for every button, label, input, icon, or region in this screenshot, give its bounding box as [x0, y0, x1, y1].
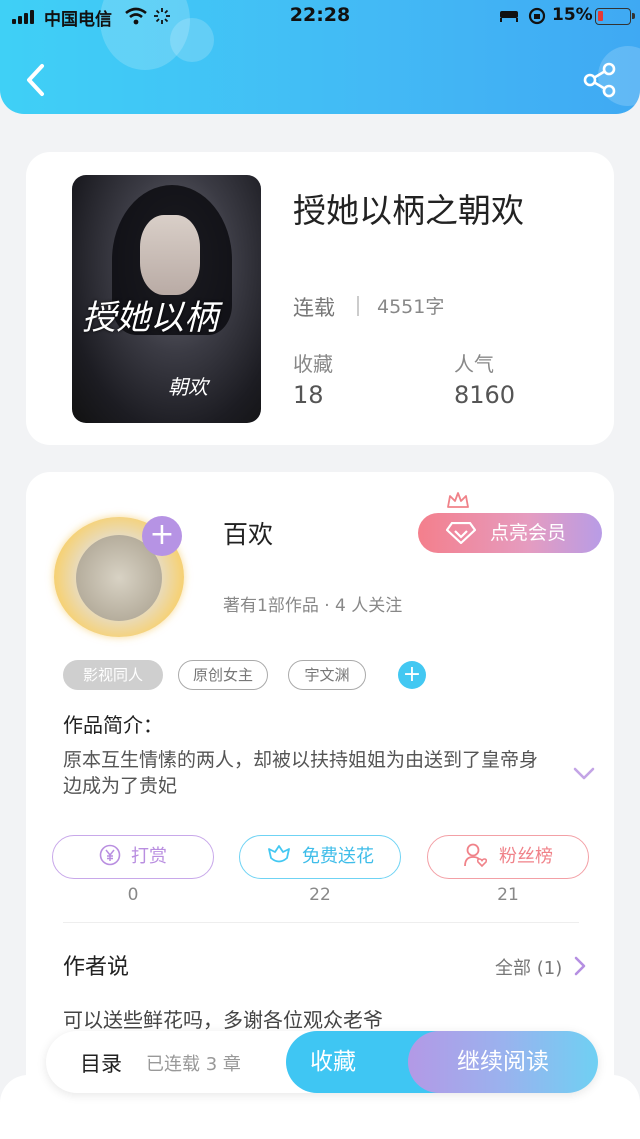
book-title: 授她以柄之朝欢 — [293, 191, 524, 230]
fan-user-icon — [464, 843, 488, 868]
battery-icon — [595, 8, 635, 25]
divider — [63, 922, 579, 923]
intro-text: 原本互生情愫的两人，却被以扶持姐姐为由送到了皇帝身边成为了贵妃 — [63, 749, 539, 797]
tip-label: 打赏 — [131, 846, 167, 867]
status-bar: 中国电信 22:28 15% — [0, 0, 640, 34]
tag-chip[interactable]: 宇文渊 — [288, 660, 366, 690]
cover-title-text: 授她以柄 — [82, 298, 218, 338]
bottom-action-bar: 目录 已连载 3 章 收藏 继续阅读 — [46, 1031, 598, 1093]
cover-art — [140, 215, 200, 295]
crown-icon — [447, 492, 469, 508]
author-meta: 著有1部作品 · 4 人关注 — [223, 596, 403, 616]
add-tag-button[interactable]: + — [398, 661, 426, 689]
share-icon[interactable] — [582, 62, 618, 98]
follow-plus-button[interactable]: + — [142, 516, 182, 556]
tip-count: 0 — [127, 885, 139, 905]
fan-ranking-button[interactable]: 粉丝榜 — [427, 835, 589, 879]
author-says-title: 作者说 — [63, 955, 130, 980]
header-bar: 中国电信 22:28 15% — [0, 0, 640, 114]
expand-chevron-icon[interactable] — [572, 766, 596, 782]
popularity-label: 人气 — [454, 352, 494, 376]
back-chevron-icon[interactable] — [20, 60, 52, 100]
vip-button-label: 点亮会员 — [490, 522, 567, 544]
author-comment: 可以送些鲜花吗，多谢各位观众老爷 — [63, 1008, 383, 1032]
favorites-value: 18 — [293, 381, 324, 409]
chapter-count: 已连载 3 章 — [146, 1054, 241, 1075]
fan-ranking-label: 粉丝榜 — [499, 846, 553, 867]
yen-coin-icon — [99, 844, 121, 866]
vip-membership-button[interactable]: 点亮会员 — [418, 513, 602, 553]
popularity-value: 8160 — [454, 381, 516, 409]
battery-percentage: 15% — [552, 5, 593, 25]
author-name[interactable]: 百欢 — [223, 515, 273, 551]
tag-chip[interactable]: 影视同人 — [63, 660, 163, 690]
table-of-contents-button[interactable]: 目录 — [80, 1048, 122, 1078]
send-flower-button[interactable]: 免费送花 — [239, 835, 401, 879]
sleep-mode-icon — [500, 11, 518, 22]
divider — [357, 296, 359, 316]
word-count: 4551字 — [377, 296, 445, 318]
continue-reading-button[interactable]: 继续阅读 — [408, 1031, 598, 1093]
cover-subtitle-text: 朝欢 — [168, 375, 208, 399]
flower-count: 22 — [309, 885, 331, 905]
tip-button[interactable]: 打赏 — [52, 835, 214, 879]
diamond-icon — [446, 522, 476, 544]
book-cover[interactable]: 授她以柄 朝欢 — [72, 175, 261, 423]
intro-label: 作品简介： — [63, 713, 163, 737]
view-all-link[interactable]: 全部 (1) — [495, 954, 562, 980]
chevron-right-icon[interactable] — [573, 956, 587, 976]
book-info-card: 授她以柄 朝欢 授她以柄之朝欢 连载 4551字 收藏 18 人气 8160 — [26, 152, 614, 445]
tag-chip[interactable]: 原创女主 — [178, 660, 268, 690]
send-flower-label: 免费送花 — [302, 846, 374, 867]
rotation-lock-icon — [528, 7, 546, 25]
fan-count: 21 — [497, 885, 519, 905]
flower-icon — [268, 845, 290, 863]
favorites-label: 收藏 — [293, 352, 333, 376]
serial-status: 连载 — [293, 296, 335, 320]
